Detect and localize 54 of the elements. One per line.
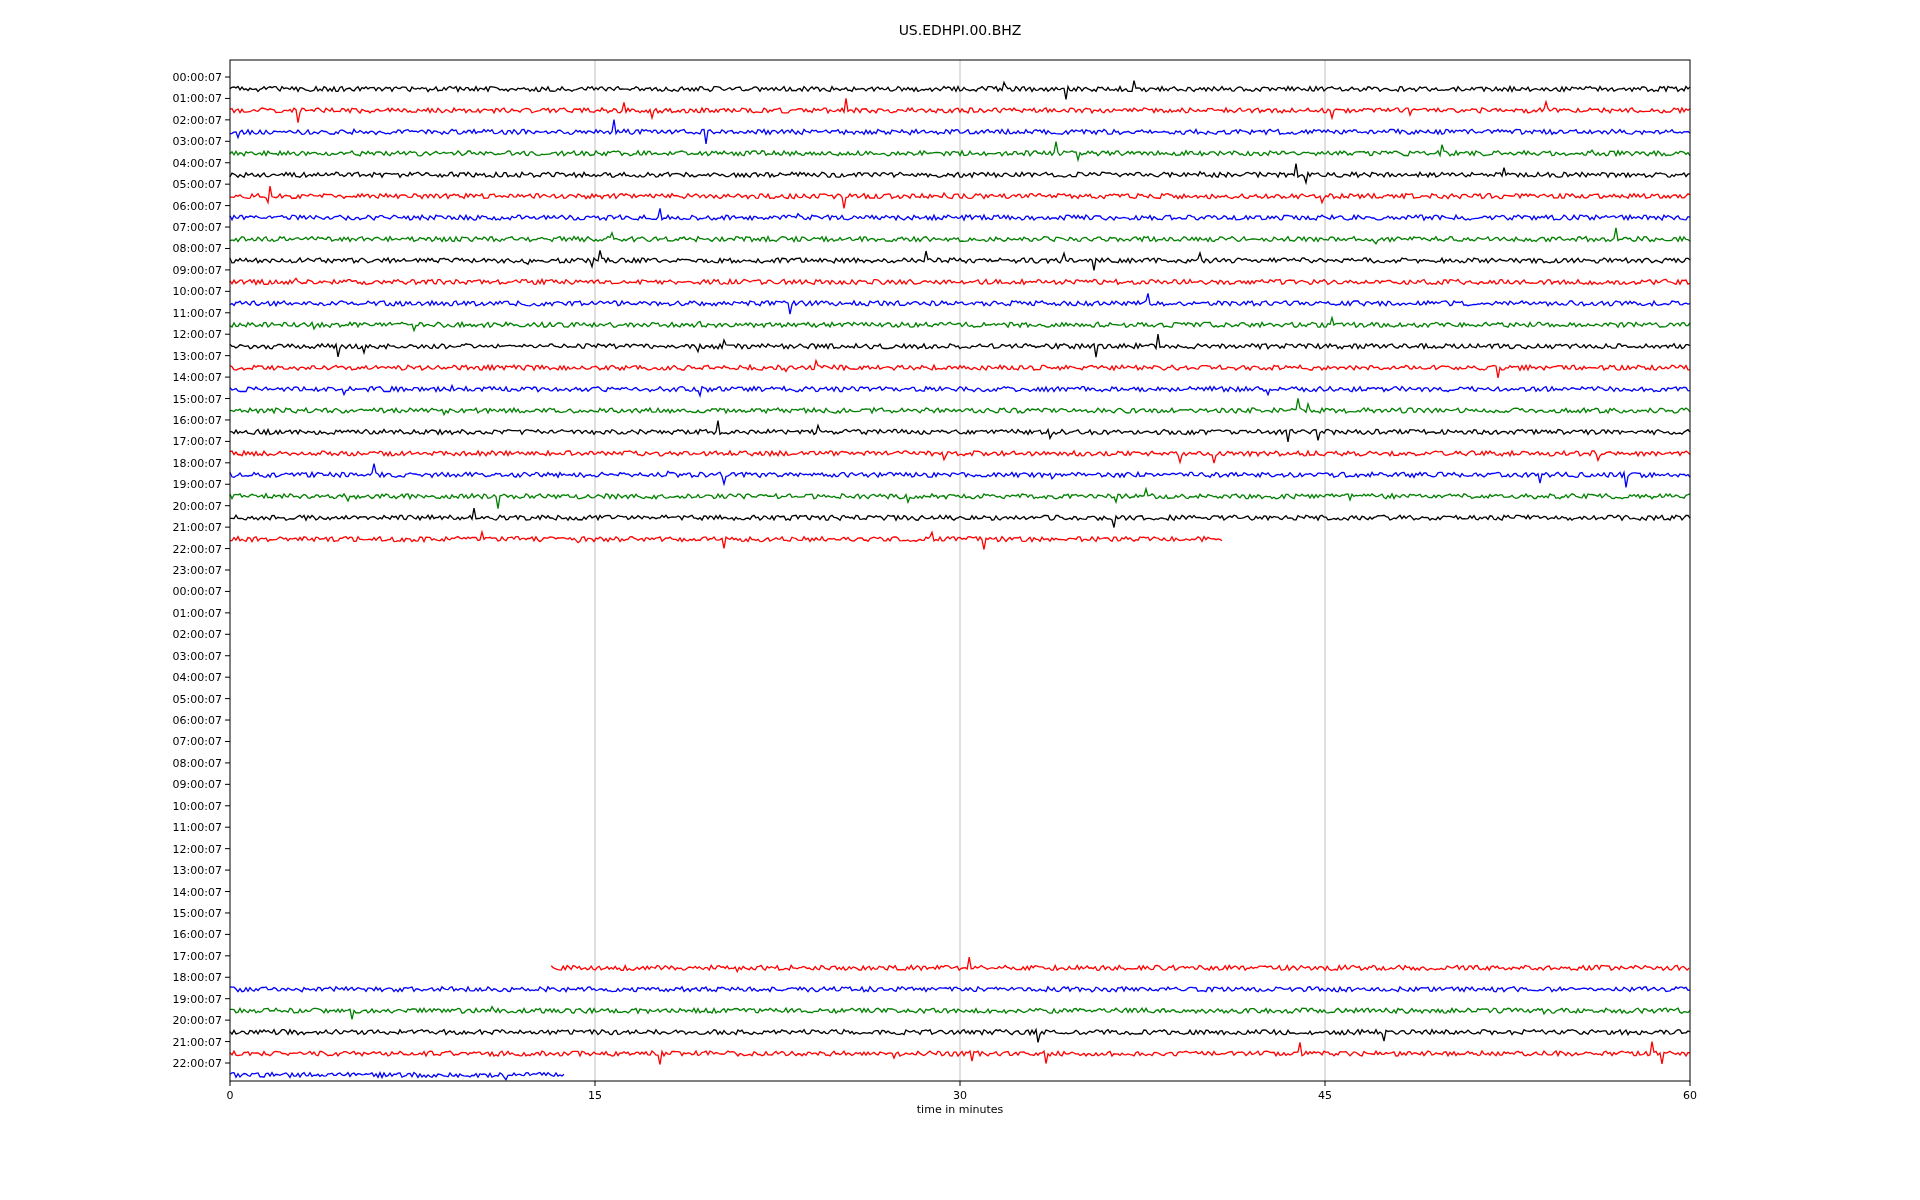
y-tick-label: 00:00:07 xyxy=(172,71,222,84)
y-tick-label: 12:00:07 xyxy=(172,328,222,342)
y-tick-label: 10:00:07 xyxy=(172,799,222,813)
y-tick-label: 08:00:07 xyxy=(172,756,222,770)
y-tick-label: 06:00:07 xyxy=(172,714,222,728)
y-tick-label: 22:00:07 xyxy=(172,542,222,556)
y-tick-label: 00:00:07 xyxy=(172,585,222,599)
y-tick-label: 21:00:07 xyxy=(172,521,222,535)
y-tick-label: 04:00:07 xyxy=(172,671,222,685)
y-tick-label: 22:00:07 xyxy=(172,1057,222,1070)
y-tick-label: 03:00:07 xyxy=(172,649,222,663)
y-tick-label: 05:00:07 xyxy=(172,178,222,192)
x-tick-label: 0 xyxy=(226,1089,234,1102)
y-tick-label: 09:00:07 xyxy=(172,778,222,792)
x-tick-label: 15 xyxy=(588,1089,602,1102)
x-tick-label: 60 xyxy=(1683,1089,1697,1102)
y-tick-label: 13:00:07 xyxy=(172,349,222,363)
y-tick-label: 18:00:07 xyxy=(172,456,222,470)
y-tick-label: 10:00:07 xyxy=(172,285,222,299)
y-tick-label: 02:00:07 xyxy=(172,113,222,127)
y-tick-label: 14:00:07 xyxy=(172,885,222,899)
y-tick-label: 09:00:07 xyxy=(172,263,222,277)
y-tick-label: 01:00:07 xyxy=(172,606,222,620)
y-tick-label: 17:00:07 xyxy=(172,949,222,963)
y-tick-label: 20:00:07 xyxy=(172,499,222,513)
y-tick-label: 15:00:07 xyxy=(172,906,222,920)
y-tick-label: 05:00:07 xyxy=(172,692,222,706)
y-tick-label: 03:00:07 xyxy=(172,135,222,149)
y-tick-label: 20:00:07 xyxy=(172,1014,222,1028)
y-tick-label: 11:00:07 xyxy=(172,821,222,835)
y-tick-label: 12:00:07 xyxy=(172,842,222,856)
y-tick-label: 15:00:07 xyxy=(172,392,222,406)
x-tick-label: 45 xyxy=(1318,1089,1332,1102)
y-tick-label: 18:00:07 xyxy=(172,971,222,985)
y-tick-label: 23:00:07 xyxy=(172,564,222,577)
y-tick-label: 21:00:07 xyxy=(172,1035,222,1049)
x-axis-title: time in minutes xyxy=(916,1103,1004,1116)
y-tick-label: 01:00:07 xyxy=(172,92,222,106)
y-tick-label: 19:00:07 xyxy=(172,992,222,1006)
y-tick-label: 08:00:07 xyxy=(172,242,222,256)
y-tick-label: 02:00:07 xyxy=(172,628,222,642)
y-tick-label: 04:00:07 xyxy=(172,156,222,170)
y-tick-label: 16:00:07 xyxy=(172,413,222,427)
y-tick-label: 13:00:07 xyxy=(172,864,222,878)
y-tick-label: 17:00:07 xyxy=(172,435,222,449)
y-tick-label: 07:00:07 xyxy=(172,735,222,749)
plot-title: US.EDHPI.00.BHZ xyxy=(898,22,1022,38)
y-tick-label: 19:00:07 xyxy=(172,478,222,492)
y-tick-label: 11:00:07 xyxy=(172,306,222,320)
x-tick-label: 30 xyxy=(953,1089,967,1102)
y-tick-label: 14:00:07 xyxy=(172,371,222,385)
y-tick-label: 06:00:07 xyxy=(172,199,222,213)
y-tick-label: 16:00:07 xyxy=(172,928,222,942)
y-tick-label: 07:00:07 xyxy=(172,221,222,235)
